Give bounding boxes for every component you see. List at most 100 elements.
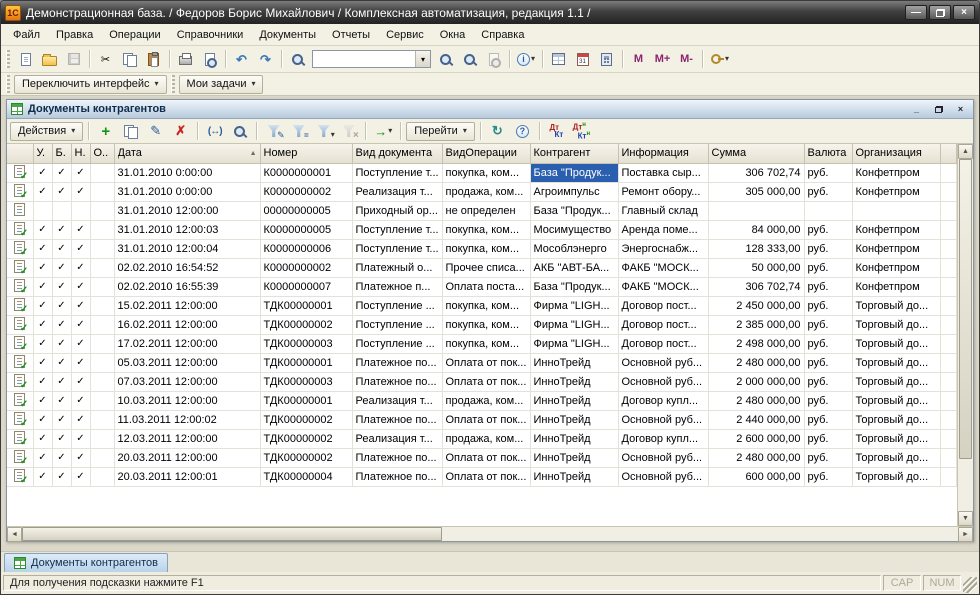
cell-u[interactable]: ✓ (33, 163, 52, 182)
dtkt-tax-button[interactable]: Дтн Ктн (570, 120, 593, 142)
column-header-Контрагент[interactable]: Контрагент (530, 144, 618, 163)
edit-button[interactable]: ✎ (144, 120, 167, 142)
table-row[interactable]: ✓✓✓31.01.2010 0:00:00К0000000001Поступле… (7, 163, 957, 182)
column-header-Б.[interactable]: Б. (52, 144, 71, 163)
cell-date[interactable]: 31.01.2010 0:00:00 (114, 182, 260, 201)
cell-u[interactable]: ✓ (33, 353, 52, 372)
search-list-button[interactable] (228, 120, 251, 142)
cell-u[interactable]: ✓ (33, 220, 52, 239)
cell-op-type[interactable]: Оплата от пок... (442, 448, 530, 467)
cell-u[interactable]: ✓ (33, 296, 52, 315)
scoreboard-button[interactable] (547, 48, 570, 70)
menu-item-Окна[interactable]: Окна (432, 26, 474, 44)
cell-date[interactable]: 20.03.2011 12:00:00 (114, 448, 260, 467)
cell-u[interactable]: ✓ (33, 239, 52, 258)
cell-op-type[interactable]: покупка, ком... (442, 239, 530, 258)
cell-info[interactable]: ФАКБ "МОСК... (618, 277, 708, 296)
cell-org[interactable] (852, 201, 940, 220)
inner-restore-button[interactable] (930, 102, 947, 116)
refresh-button[interactable]: ↻ (486, 120, 509, 142)
cell-org[interactable]: Торговый до... (852, 372, 940, 391)
table-row[interactable]: ✓✓✓11.03.2011 12:00:02ТДК00000002Платежн… (7, 410, 957, 429)
cell-u[interactable]: ✓ (33, 277, 52, 296)
cell-n[interactable]: ✓ (71, 277, 90, 296)
toolbar-grip[interactable] (6, 50, 10, 68)
cell-contragent[interactable]: База "Продук... (530, 277, 618, 296)
cell-op-type[interactable]: Оплата от пок... (442, 353, 530, 372)
vertical-scrollbar[interactable]: ▲ ▼ (957, 144, 973, 526)
cell-op-type[interactable]: Прочее списа... (442, 258, 530, 277)
scroll-left-button[interactable]: ◄ (7, 527, 22, 542)
table-row[interactable]: ✓✓✓31.01.2010 0:00:00К0000000002Реализац… (7, 182, 957, 201)
horizontal-scroll-thumb[interactable] (22, 527, 442, 541)
cell-org[interactable]: Торговый до... (852, 448, 940, 467)
table-row[interactable]: ✓✓✓02.02.2010 16:54:52К0000000002Платежн… (7, 258, 957, 277)
cell-date[interactable]: 07.03.2011 12:00:00 (114, 372, 260, 391)
cell-currency[interactable]: руб. (804, 372, 852, 391)
table-row[interactable]: ✓✓✓15.02.2011 12:00:00ТДК00000001Поступл… (7, 296, 957, 315)
cell-o[interactable] (90, 467, 114, 486)
cell-sum[interactable]: 2 440 000,00 (708, 410, 804, 429)
scroll-up-button[interactable]: ▲ (958, 144, 973, 159)
find-next-button[interactable] (434, 48, 457, 70)
cell-sum[interactable]: 306 702,74 (708, 277, 804, 296)
cell-sum[interactable]: 128 333,00 (708, 239, 804, 258)
cell-number[interactable]: ТДК00000001 (260, 391, 352, 410)
cell-contragent[interactable]: Мособлэнерго (530, 239, 618, 258)
cell-b[interactable]: ✓ (52, 182, 71, 201)
cell-n[interactable]: ✓ (71, 429, 90, 448)
column-header-О..[interactable]: О.. (90, 144, 114, 163)
cell-org[interactable]: Торговый до... (852, 353, 940, 372)
cut-button[interactable]: ✂ (94, 48, 117, 70)
cell-op-type[interactable]: продажа, ком... (442, 182, 530, 201)
cell-contragent[interactable]: База "Продук... (530, 201, 618, 220)
cell-n[interactable]: ✓ (71, 391, 90, 410)
cell-doc-type[interactable]: Платежное по... (352, 448, 442, 467)
cell-info[interactable]: Поставка сыр... (618, 163, 708, 182)
cell-doc-type[interactable]: Платежное по... (352, 467, 442, 486)
cell-doc-type[interactable]: Платежный о... (352, 258, 442, 277)
cell-u[interactable]: ✓ (33, 448, 52, 467)
cell-b[interactable]: ✓ (52, 334, 71, 353)
tab-document-list[interactable]: Документы контрагентов (4, 553, 168, 572)
column-header-Вид документа[interactable]: Вид документа (352, 144, 442, 163)
menu-item-Документы[interactable]: Документы (251, 26, 324, 44)
menu-item-Справка[interactable]: Справка (473, 26, 532, 44)
column-header-Сумма[interactable]: Сумма (708, 144, 804, 163)
cell-n[interactable]: ✓ (71, 467, 90, 486)
search-combobox[interactable]: ▾ (312, 50, 431, 68)
cell-b[interactable]: ✓ (52, 448, 71, 467)
cell-o[interactable] (90, 182, 114, 201)
cell-info[interactable]: Договор пост... (618, 296, 708, 315)
cell-doc-type[interactable]: Поступление ... (352, 315, 442, 334)
cell-date[interactable]: 31.01.2010 12:00:00 (114, 201, 260, 220)
cell-info[interactable]: Основной руб... (618, 353, 708, 372)
cell-info[interactable]: ФАКБ "МОСК... (618, 258, 708, 277)
cell-org[interactable]: Конфетпром (852, 220, 940, 239)
cell-sum[interactable] (708, 201, 804, 220)
cell-number[interactable]: К0000000002 (260, 182, 352, 201)
cell-sum[interactable]: 600 000,00 (708, 467, 804, 486)
cell-contragent[interactable]: ИнноТрейд (530, 429, 618, 448)
cell-currency[interactable]: руб. (804, 220, 852, 239)
column-header-Н.[interactable]: Н. (71, 144, 90, 163)
cell-sum[interactable]: 305 000,00 (708, 182, 804, 201)
cell-op-type[interactable]: покупка, ком... (442, 220, 530, 239)
cell-u[interactable]: ✓ (33, 372, 52, 391)
cell-doc-type[interactable]: Поступление ... (352, 334, 442, 353)
cell-info[interactable]: Основной руб... (618, 410, 708, 429)
cell-sum[interactable]: 2 450 000,00 (708, 296, 804, 315)
cell-contragent[interactable]: Фирма "LIGH... (530, 315, 618, 334)
cell-currency[interactable]: руб. (804, 429, 852, 448)
cell-sum[interactable]: 2 480 000,00 (708, 353, 804, 372)
cell-org[interactable]: Торговый до... (852, 296, 940, 315)
table-row[interactable]: ✓✓✓10.03.2011 12:00:00ТДК00000001Реализа… (7, 391, 957, 410)
cell-org[interactable]: Конфетпром (852, 182, 940, 201)
menu-item-Справочники[interactable]: Справочники (169, 26, 252, 44)
inner-close-button[interactable]: × (952, 102, 969, 116)
new-document-button[interactable] (14, 48, 37, 70)
my-tasks-button[interactable]: Мои задачи ▾ (179, 75, 264, 94)
cell-contragent[interactable]: ИнноТрейд (530, 372, 618, 391)
print-button[interactable] (174, 48, 197, 70)
cell-info[interactable]: Основной руб... (618, 467, 708, 486)
